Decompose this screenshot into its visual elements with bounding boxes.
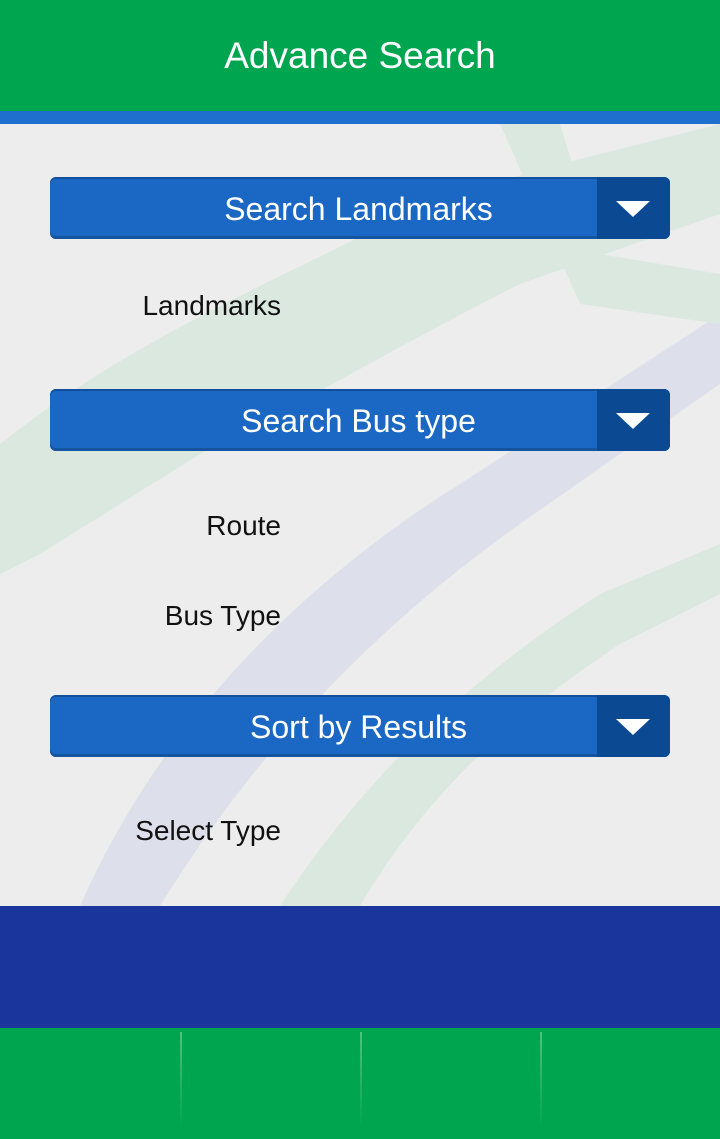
route-field[interactable]: Route [206, 510, 281, 542]
chevron-down-icon[interactable] [597, 389, 670, 451]
sort-by-results-dropdown[interactable]: Sort by Results [50, 695, 670, 757]
page-title: Advance Search [224, 34, 496, 76]
watermark-background [0, 124, 720, 906]
blue-banner [0, 906, 720, 1028]
dropdown-label: Sort by Results [250, 709, 467, 745]
bottom-nav-tab-4[interactable] [540, 1028, 720, 1139]
bottom-nav [0, 1028, 720, 1139]
chevron-down-icon[interactable] [597, 695, 670, 757]
bus-type-field[interactable]: Bus Type [165, 600, 281, 632]
header-stripe [0, 111, 720, 124]
bottom-nav-tab-1[interactable] [0, 1028, 180, 1139]
chevron-down-icon[interactable] [597, 177, 670, 239]
search-bus-type-dropdown[interactable]: Search Bus type [50, 389, 670, 451]
dropdown-label: Search Bus type [241, 403, 476, 439]
dropdown-label: Search Landmarks [224, 191, 493, 227]
search-landmarks-dropdown[interactable]: Search Landmarks [50, 177, 670, 239]
landmarks-field[interactable]: Landmarks [142, 290, 281, 322]
bottom-nav-tab-3[interactable] [360, 1028, 540, 1139]
app-header: Advance Search [0, 0, 720, 111]
bottom-nav-tab-2[interactable] [180, 1028, 360, 1139]
select-type-field[interactable]: Select Type [135, 815, 281, 847]
